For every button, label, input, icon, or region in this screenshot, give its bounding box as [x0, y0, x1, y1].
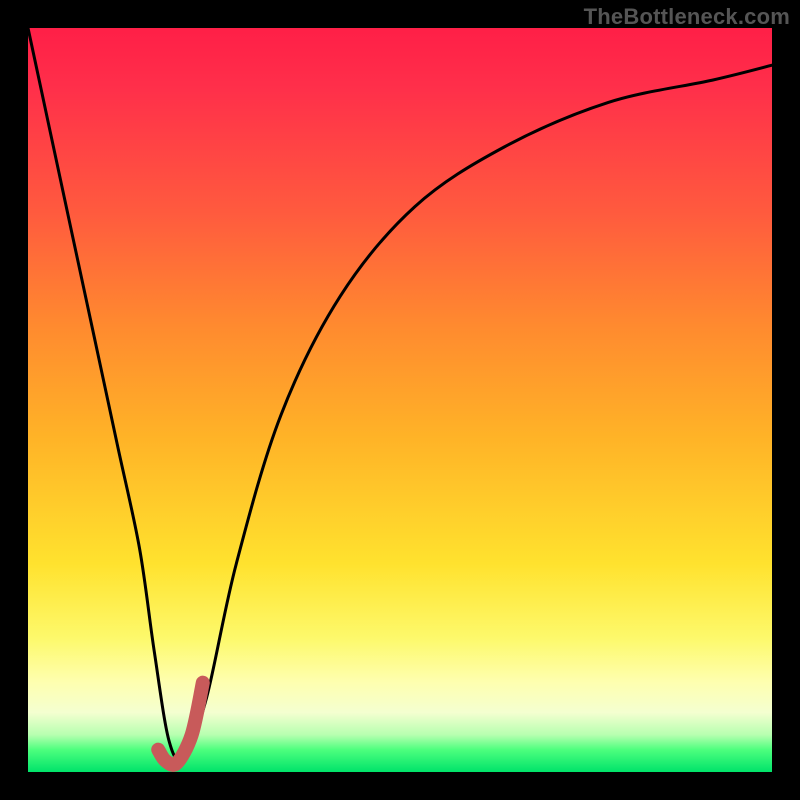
curve-svg	[28, 28, 772, 772]
bottleneck-curve	[28, 28, 772, 760]
attribution-label: TheBottleneck.com	[584, 4, 790, 30]
plot-area	[28, 28, 772, 772]
chart-frame: TheBottleneck.com	[0, 0, 800, 800]
